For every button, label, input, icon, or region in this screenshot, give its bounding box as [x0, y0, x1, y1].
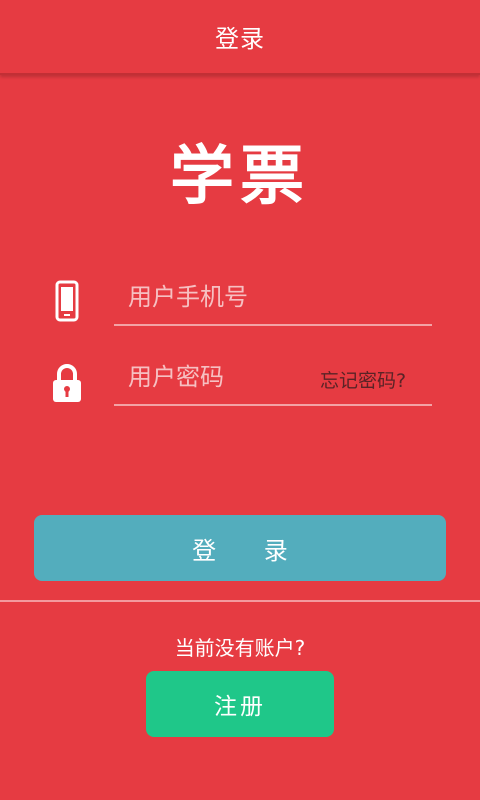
divider [0, 600, 480, 602]
page-title: 登录 [215, 25, 265, 53]
top-bar: 登录 [0, 0, 480, 75]
app-logo-text: 学票 [170, 140, 310, 214]
lock-icon [48, 360, 86, 406]
password-field-row: 忘记密码? [0, 350, 480, 422]
phone-icon [48, 280, 86, 326]
forgot-password-link[interactable]: 忘记密码? [320, 366, 406, 393]
phone-input[interactable] [114, 270, 432, 326]
register-button[interactable]: 注册 [146, 671, 334, 737]
no-account-text: 当前没有账户? [174, 636, 306, 660]
phone-field-row [0, 270, 480, 342]
login-button[interactable]: 登 录 [34, 515, 446, 581]
